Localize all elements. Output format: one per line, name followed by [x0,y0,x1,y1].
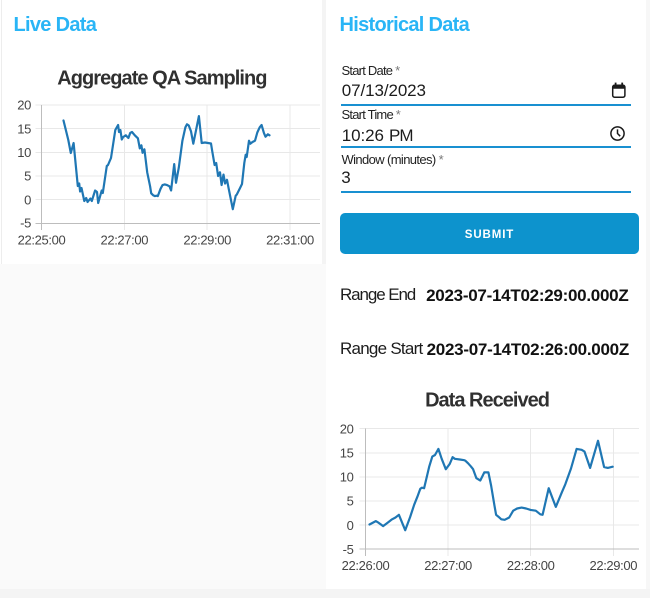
svg-text:22:27:00: 22:27:00 [100,233,148,248]
svg-text:5: 5 [24,169,31,184]
svg-text:10: 10 [340,470,354,485]
svg-text:22:28:00: 22:28:00 [507,558,555,573]
svg-text:22:27:00: 22:27:00 [424,558,472,573]
svg-text:5: 5 [347,494,354,509]
svg-text:10: 10 [17,145,31,160]
svg-text:22:25:00: 22:25:00 [18,233,66,248]
svg-text:22:29:00: 22:29:00 [589,558,637,573]
svg-text:Data Received: Data Received [425,389,549,411]
svg-text:15: 15 [340,446,354,461]
svg-text:20: 20 [340,421,354,436]
svg-text:Aggregate QA Sampling: Aggregate QA Sampling [57,68,266,90]
svg-text:0: 0 [24,192,31,207]
svg-text:0: 0 [347,518,354,533]
svg-text:20: 20 [17,98,31,113]
svg-text:-5: -5 [343,542,354,557]
svg-text:-5: -5 [20,215,31,230]
svg-text:22:31:00: 22:31:00 [266,233,314,248]
svg-text:15: 15 [17,121,31,136]
svg-text:22:29:00: 22:29:00 [183,233,231,248]
svg-text:22:26:00: 22:26:00 [342,558,390,573]
